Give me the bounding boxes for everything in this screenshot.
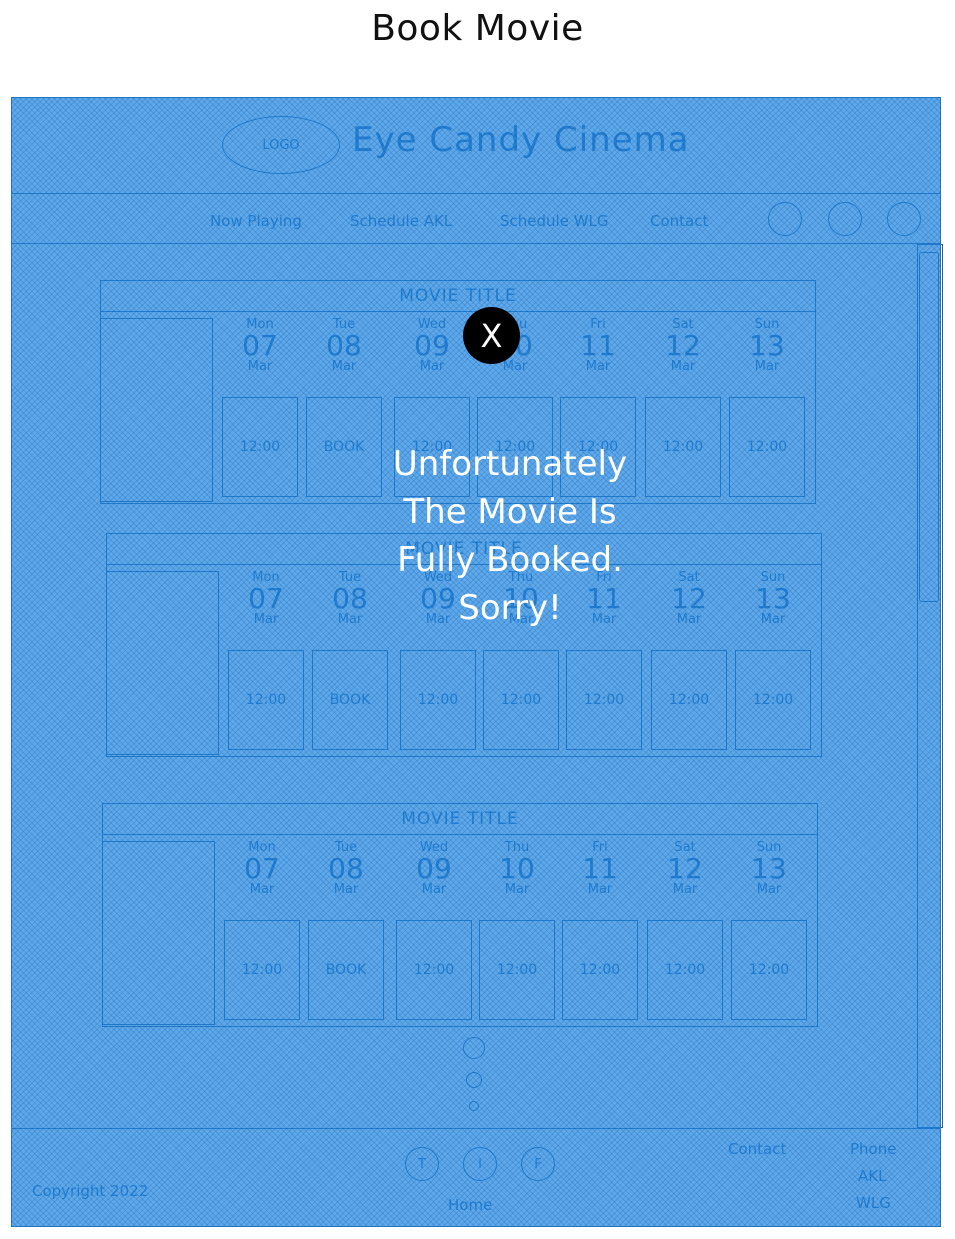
day-number: 12 (671, 582, 707, 615)
day-header: Thu10Mar (487, 841, 547, 897)
showtime-slot[interactable]: 12:00 (222, 397, 298, 497)
showtime-slot[interactable]: 12:00 (224, 920, 300, 1020)
pager-dot-2[interactable] (466, 1072, 482, 1088)
day-header: Wed 09 Mar (404, 841, 464, 897)
day-number: 08 (326, 329, 362, 362)
day-month: Mar (253, 612, 279, 627)
footer-home-link[interactable]: Home (448, 1196, 492, 1214)
copyright-text: Copyright 2022 (32, 1182, 149, 1200)
showtime-slot[interactable]: 12:00 (731, 920, 807, 1020)
day-header: Fri 11 Mar (570, 841, 630, 897)
showtime-slot[interactable]: 12:00 (566, 650, 642, 750)
showtime-slot[interactable]: 12:00 (729, 397, 805, 497)
close-modal-button[interactable]: X (463, 307, 520, 364)
day-month: Mar (670, 359, 696, 374)
showtime-slot[interactable]: 12:00 (228, 650, 304, 750)
day-header: Tue 08 Mar (316, 841, 376, 897)
day-number: 09 (416, 852, 452, 885)
day-month: Mar (247, 359, 273, 374)
twitter-icon[interactable]: T (405, 1147, 439, 1181)
brand-name: Eye Candy Cinema (352, 120, 690, 160)
pager-dot-1[interactable] (463, 1037, 485, 1059)
day-number: 07 (248, 582, 284, 615)
footer-akl-phone: AKL (858, 1167, 887, 1185)
movie-title: MOVIE TITLE (102, 803, 818, 835)
day-header: Sat 12 Mar (653, 318, 713, 374)
day-number: 11 (580, 329, 616, 362)
day-month: Mar (504, 882, 530, 897)
showtime-slot[interactable]: 12:00 (479, 920, 555, 1020)
day-month: Mar (760, 612, 786, 627)
day-month: Mar (676, 612, 702, 627)
day-header: Sat 12 Mar (659, 571, 719, 627)
showtime-slot[interactable]: 12:00 (396, 920, 472, 1020)
instagram-icon[interactable]: I (463, 1147, 497, 1181)
day-month: Mar (421, 882, 447, 897)
footer-contact-link[interactable]: Contact (728, 1140, 786, 1158)
cart-icon[interactable] (828, 202, 862, 236)
day-month: Mar (587, 882, 613, 897)
day-header: Mon 07 Mar (236, 571, 296, 627)
day-header: Fri 11 Mar (568, 318, 628, 374)
day-header: Mon 07 Mar (230, 318, 290, 374)
showtime-slot[interactable]: 12:00 (400, 650, 476, 750)
pager-dot-3[interactable] (469, 1101, 479, 1111)
day-month: Mar (249, 882, 275, 897)
day-month: Mar (333, 882, 359, 897)
day-number: 07 (244, 852, 280, 885)
facebook-icon[interactable]: F (521, 1147, 555, 1181)
day-number: 10 (499, 852, 535, 885)
day-month: Mar (672, 882, 698, 897)
nav-contact[interactable]: Contact (650, 212, 708, 230)
message-line-1: Unfortunately (392, 444, 628, 484)
close-icon: X (480, 316, 503, 355)
movie-poster[interactable] (106, 571, 219, 755)
book-button[interactable]: BOOK (308, 920, 384, 1020)
message-line-3: Fully Booked. (397, 540, 623, 580)
book-button[interactable]: BOOK (312, 650, 388, 750)
nav-now-playing[interactable]: Now Playing (210, 212, 302, 230)
day-number: 12 (667, 852, 703, 885)
showtime-slot[interactable]: 12:00 (483, 650, 559, 750)
day-month: Mar (754, 359, 780, 374)
day-number: 07 (242, 329, 278, 362)
showtime-slot[interactable]: 12:00 (647, 920, 723, 1020)
logo[interactable]: LOGO (222, 116, 340, 174)
day-month: Mar (756, 882, 782, 897)
footer-phone-label: Phone (850, 1140, 897, 1158)
showtime-slot[interactable]: 12:00 (651, 650, 727, 750)
day-number: 13 (751, 852, 787, 885)
movie-title: MOVIE TITLE (100, 280, 816, 312)
showtime-slot[interactable]: 12:00 (562, 920, 638, 1020)
day-header: Wed 09 Mar (402, 318, 462, 374)
day-month: Mar (331, 359, 357, 374)
day-header: Sun 13 Mar (739, 841, 799, 897)
footer-wlg-phone: WLG (856, 1194, 891, 1212)
message-line-4: Sorry! (458, 588, 562, 628)
scrollbar-thumb[interactable] (919, 252, 939, 602)
showtime-slot[interactable]: 12:00 (735, 650, 811, 750)
account-icon[interactable] (887, 202, 921, 236)
nav-schedule-akl[interactable]: Schedule AKL (350, 212, 452, 230)
day-month: Mar (419, 359, 445, 374)
day-number: 08 (328, 852, 364, 885)
day-header: Tue 08 Mar (314, 318, 374, 374)
day-number: 13 (755, 582, 791, 615)
page-title: Book Movie (371, 8, 584, 49)
day-month: Mar (585, 359, 611, 374)
nav-schedule-wlg[interactable]: Schedule WLG (500, 212, 609, 230)
day-number: 12 (665, 329, 701, 362)
message-line-2: The Movie Is (403, 492, 617, 532)
movie-poster[interactable] (100, 318, 213, 502)
day-header: Mon 07 Mar (232, 841, 292, 897)
day-header: Sun 13 Mar (737, 318, 797, 374)
day-number: 09 (414, 329, 450, 362)
fully-booked-message: Unfortunately The Movie Is Fully Booked.… (360, 440, 660, 632)
day-number: 13 (749, 329, 785, 362)
day-header: Sat 12 Mar (655, 841, 715, 897)
day-number: 11 (582, 852, 618, 885)
search-icon[interactable] (768, 202, 802, 236)
day-header: Sun 13 Mar (743, 571, 803, 627)
movie-poster[interactable] (102, 841, 215, 1025)
